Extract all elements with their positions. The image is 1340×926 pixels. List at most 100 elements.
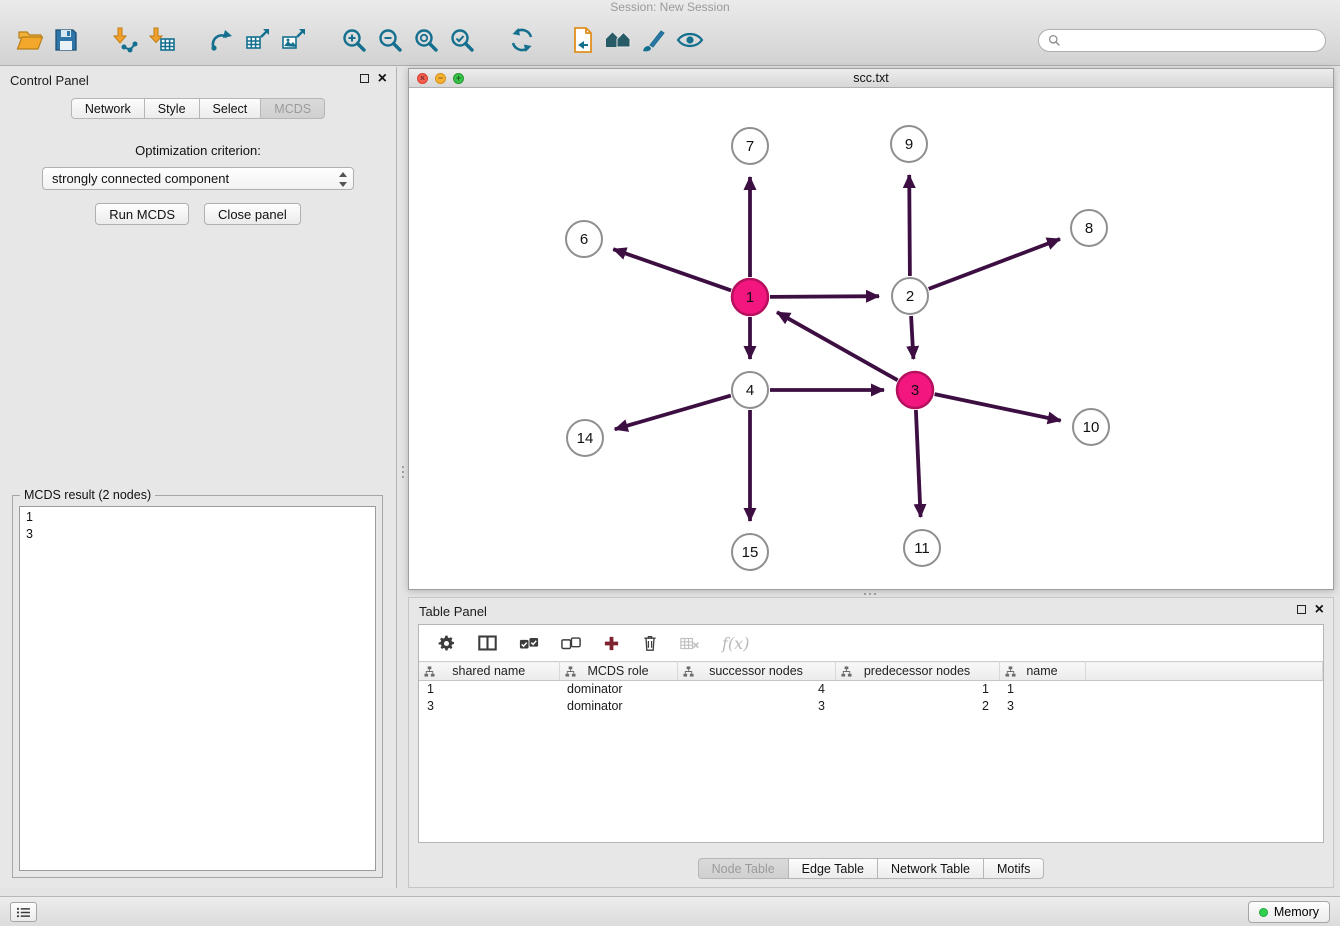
table-toolbar: f(x) [419, 625, 1323, 661]
graph-edge-2-8[interactable] [929, 239, 1060, 289]
table-cell[interactable]: 4 [677, 681, 835, 698]
deselect-all-button[interactable] [561, 636, 581, 651]
network-canvas[interactable]: 7 9 6 8 1 2 4 3 14 10 15 11 [409, 88, 1333, 589]
show-hide-button[interactable] [672, 22, 708, 58]
graph-edge-2-3[interactable] [911, 316, 913, 359]
tab-network[interactable]: Network [71, 98, 145, 119]
import-network-icon [112, 26, 140, 54]
tab-node-table[interactable]: Node Table [698, 858, 789, 879]
mcds-result-title: MCDS result (2 nodes) [20, 488, 155, 502]
network-window-titlebar[interactable]: × − + scc.txt [409, 69, 1333, 88]
select-all-button[interactable] [519, 636, 539, 651]
graph-node-4[interactable]: 4 [732, 372, 768, 408]
graph-node-11[interactable]: 11 [904, 530, 940, 566]
zoom-selected-button[interactable] [444, 22, 480, 58]
graph-node-6[interactable]: 6 [566, 221, 602, 257]
trash-icon [642, 634, 658, 652]
column-header-shared-name[interactable]: shared name [419, 662, 559, 681]
graph-node-8[interactable]: 8 [1071, 210, 1107, 246]
function-builder-button[interactable]: f(x) [722, 634, 749, 653]
graph-edge-3-1[interactable] [777, 312, 898, 380]
graph-node-14[interactable]: 14 [567, 420, 603, 456]
mcds-result-list[interactable]: 1 3 [19, 506, 376, 871]
search-icon [1048, 34, 1061, 47]
delete-table-icon [680, 636, 700, 651]
tab-edge-table[interactable]: Edge Table [789, 858, 878, 879]
graph-node-2[interactable]: 2 [892, 278, 928, 314]
tab-style[interactable]: Style [145, 98, 200, 119]
window-title: Session: New Session [610, 0, 729, 14]
delete-table-button[interactable] [680, 636, 700, 651]
panel-menu-button[interactable] [10, 902, 37, 922]
search-input[interactable] [1066, 33, 1316, 47]
table-cell[interactable]: 3 [999, 698, 1085, 715]
import-table-button[interactable] [144, 22, 180, 58]
table-cell[interactable]: dominator [559, 681, 677, 698]
graph-node-1[interactable]: 1 [732, 279, 768, 315]
column-header-name[interactable]: name [999, 662, 1085, 681]
table-cell[interactable]: 3 [677, 698, 835, 715]
export-table-button[interactable] [240, 22, 276, 58]
status-bar: Memory [0, 896, 1340, 926]
save-session-button[interactable] [48, 22, 84, 58]
zoom-in-button[interactable] [336, 22, 372, 58]
save-disk-icon [52, 26, 80, 54]
close-table-panel-icon[interactable]: × [1315, 604, 1324, 615]
export-image-button[interactable] [276, 22, 312, 58]
table-cell[interactable]: 1 [835, 681, 999, 698]
memory-button[interactable]: Memory [1248, 901, 1330, 923]
table-cell[interactable]: dominator [559, 698, 677, 715]
column-header-mcds-role[interactable]: MCDS role [559, 662, 677, 681]
add-column-button[interactable] [603, 635, 620, 652]
mcds-result-group: MCDS result (2 nodes) 1 3 [12, 495, 383, 878]
search-box[interactable] [1038, 29, 1326, 52]
tab-motifs[interactable]: Motifs [984, 858, 1044, 879]
table-cell[interactable]: 1 [419, 681, 559, 698]
column-label: name [1026, 664, 1057, 678]
criterion-select[interactable]: strongly connected component [42, 167, 354, 190]
open-session-button[interactable] [12, 22, 48, 58]
float-panel-icon[interactable] [360, 74, 369, 83]
zoom-out-button[interactable] [372, 22, 408, 58]
delete-column-button[interactable] [642, 634, 658, 652]
tab-mcds[interactable]: MCDS [261, 98, 325, 119]
table-settings-button[interactable] [437, 634, 456, 653]
houses-icon [604, 26, 632, 54]
graph-edge-2-9[interactable] [909, 175, 910, 276]
close-panel-button[interactable]: Close panel [204, 203, 301, 225]
run-mcds-button[interactable]: Run MCDS [95, 203, 189, 225]
graph-edge-1-6[interactable] [613, 249, 731, 290]
table-cell[interactable]: 1 [999, 681, 1085, 698]
import-network-button[interactable] [108, 22, 144, 58]
select-all-icon [519, 636, 539, 651]
table-row[interactable]: 1 dominator 4 1 1 [419, 681, 1323, 698]
refresh-layout-button[interactable] [504, 22, 540, 58]
graph-edge-3-11[interactable] [916, 410, 921, 517]
zoom-fit-button[interactable] [408, 22, 444, 58]
graph-node-15[interactable]: 15 [732, 534, 768, 570]
float-table-panel-icon[interactable] [1297, 605, 1306, 614]
table-cell[interactable]: 2 [835, 698, 999, 715]
tab-network-table[interactable]: Network Table [878, 858, 984, 879]
graph-node-10[interactable]: 10 [1073, 409, 1109, 445]
close-panel-icon[interactable]: × [378, 73, 387, 84]
horizontal-splitter-handle[interactable] [858, 591, 882, 596]
export-network-button[interactable] [204, 22, 240, 58]
document-network-button[interactable] [564, 22, 600, 58]
graph-edge-3-10[interactable] [935, 394, 1061, 421]
graph-node-3[interactable]: 3 [897, 372, 933, 408]
vertical-splitter-handle[interactable] [399, 460, 406, 484]
graph-edge-1-2[interactable] [770, 296, 879, 297]
graph-edge-4-14[interactable] [615, 396, 731, 430]
export-image-icon [280, 26, 308, 54]
table-row[interactable]: 3 dominator 3 2 3 [419, 698, 1323, 715]
graph-node-9[interactable]: 9 [891, 126, 927, 162]
show-columns-button[interactable] [478, 635, 497, 651]
column-header-successor-nodes[interactable]: successor nodes [677, 662, 835, 681]
table-cell[interactable]: 3 [419, 698, 559, 715]
column-header-predecessor-nodes[interactable]: predecessor nodes [835, 662, 999, 681]
apply-style-button[interactable] [636, 22, 672, 58]
tab-select[interactable]: Select [200, 98, 262, 119]
graph-node-7[interactable]: 7 [732, 128, 768, 164]
home-views-button[interactable] [600, 22, 636, 58]
